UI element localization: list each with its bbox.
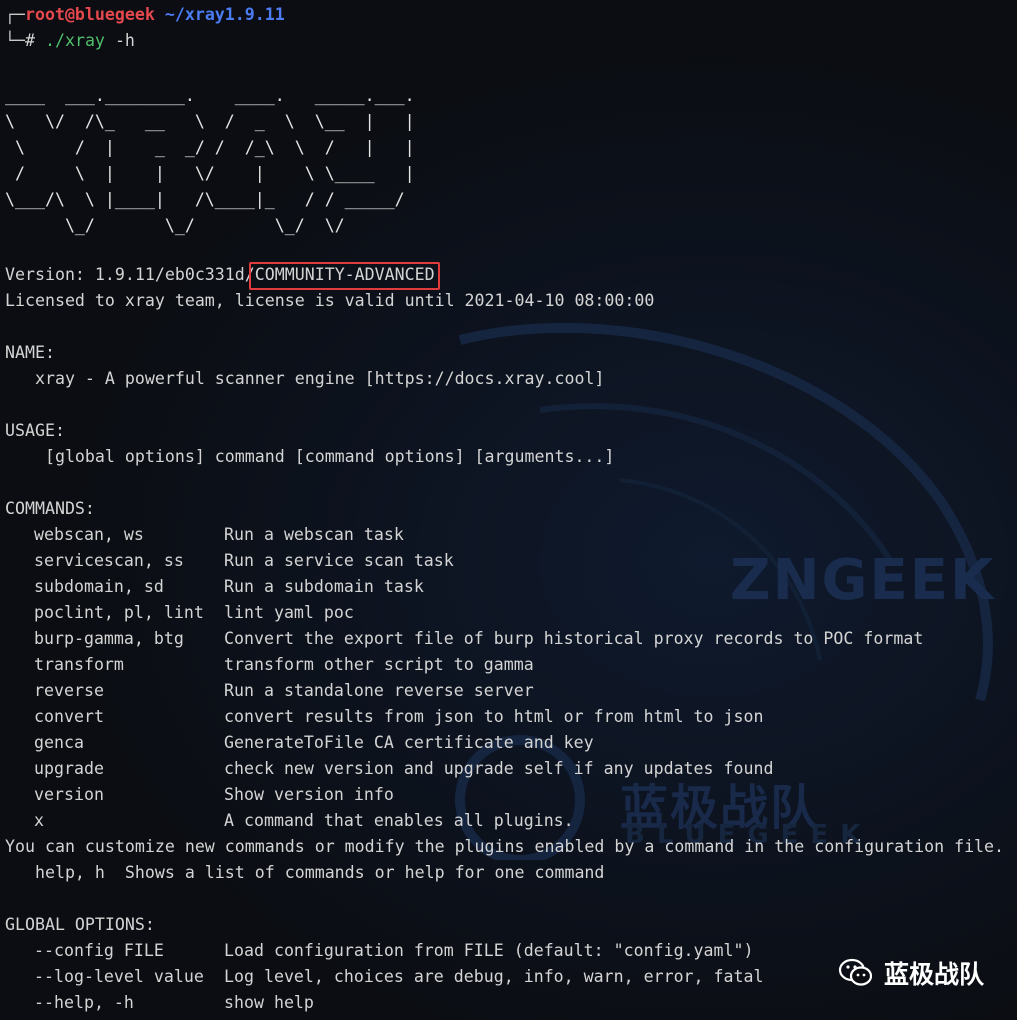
command-name: burp-gamma, btg xyxy=(34,629,184,648)
option-desc: Load configuration from FILE (default: "… xyxy=(224,941,754,960)
brand-badge: 蓝极战队 xyxy=(838,955,984,991)
terminal-window[interactable]: ZNGEEK 蓝极战队 BLUEGEEK ┌─root@bluegeek ~/x… xyxy=(0,0,1017,1020)
command-desc: Run a standalone reverse server xyxy=(224,681,534,700)
command-name: transform xyxy=(34,655,124,674)
usage-value: [global options] command [command option… xyxy=(5,447,615,466)
license-line: Licensed to xray team, license is valid … xyxy=(5,291,655,310)
command-desc: Run a service scan task xyxy=(224,551,454,570)
option-name: --config FILE xyxy=(34,941,164,960)
prompt-user: root@bluegeek xyxy=(24,5,155,24)
zngeek-watermark: ZNGEEK xyxy=(730,548,996,613)
prompt-symbol: # xyxy=(24,31,35,50)
command-name: convert xyxy=(34,707,104,726)
command-desc: A command that enables all plugins. xyxy=(224,811,574,830)
command-desc: Show version info xyxy=(224,785,394,804)
ascii-logo-line: \_/ \_/ \_/ \/ xyxy=(5,216,345,235)
global-options-header: GLOBAL OPTIONS: xyxy=(5,915,155,934)
command-name: version xyxy=(34,785,104,804)
option-desc: Log level, choices are debug, info, warn… xyxy=(224,967,764,986)
command-desc: Run a subdomain task xyxy=(224,577,424,596)
customize-line: You can customize new commands or modify… xyxy=(5,837,1005,856)
ascii-logo-line: \ / | _ _/ / /_\ \ / | | xyxy=(5,138,415,157)
prompt-bracket: ┌─ xyxy=(5,5,25,24)
command-text: ./xray xyxy=(44,31,105,50)
command-name: upgrade xyxy=(34,759,104,778)
option-name: --log-level value xyxy=(34,967,204,986)
command-name: reverse xyxy=(34,681,104,700)
option-desc: show help xyxy=(224,993,314,1012)
command-desc: lint yaml poc xyxy=(224,603,354,622)
command-name: webscan, ws xyxy=(34,525,144,544)
name-header: NAME: xyxy=(5,343,55,362)
name-value: xray - A powerful scanner engine [https:… xyxy=(5,369,605,388)
prompt-line-1: ┌─root@bluegeek ~/xray1.9.11 xyxy=(5,2,285,28)
version-prefix: Version: 1.9.11/eb0c331d/ xyxy=(5,265,255,284)
help-line: help, h Shows a list of commands or help… xyxy=(5,863,605,882)
command-name: x xyxy=(34,811,44,830)
prompt-corner: └─ xyxy=(5,31,25,50)
ascii-logo-line: \ \/ /\_ __ \ / _ \ \__ | | xyxy=(5,112,415,131)
prompt-path: ~/xray1.9.11 xyxy=(164,5,285,24)
command-name: servicescan, ss xyxy=(34,551,184,570)
brand-label: 蓝极战队 xyxy=(884,960,985,989)
command-args: -h xyxy=(114,31,135,50)
highlight-box xyxy=(249,262,440,290)
command-desc: transform other script to gamma xyxy=(224,655,534,674)
ascii-logo-line: ____ ___.________. ____. _____.___. xyxy=(5,86,415,105)
ascii-logo-line: / \ | | \/ | \ \____ | xyxy=(5,164,415,183)
commands-header: COMMANDS: xyxy=(5,499,95,518)
usage-header: USAGE: xyxy=(5,421,65,440)
prompt-line-2[interactable]: └─# ./xray -h xyxy=(5,28,135,54)
command-desc: Convert the export file of burp historic… xyxy=(224,629,924,648)
option-name: --help, -h xyxy=(34,993,134,1012)
command-name: genca xyxy=(34,733,84,752)
command-name: poclint, pl, lint xyxy=(34,603,204,622)
wechat-icon xyxy=(838,958,873,986)
command-desc: convert results from json to html or fro… xyxy=(224,707,764,726)
command-name: subdomain, sd xyxy=(34,577,164,596)
ascii-logo-line: \___/\ \ |____| /\____|_ / / _____/ xyxy=(5,190,405,209)
command-desc: Run a webscan task xyxy=(224,525,404,544)
command-desc: GenerateToFile CA certificate and key xyxy=(224,733,594,752)
command-desc: check new version and upgrade self if an… xyxy=(224,759,774,778)
